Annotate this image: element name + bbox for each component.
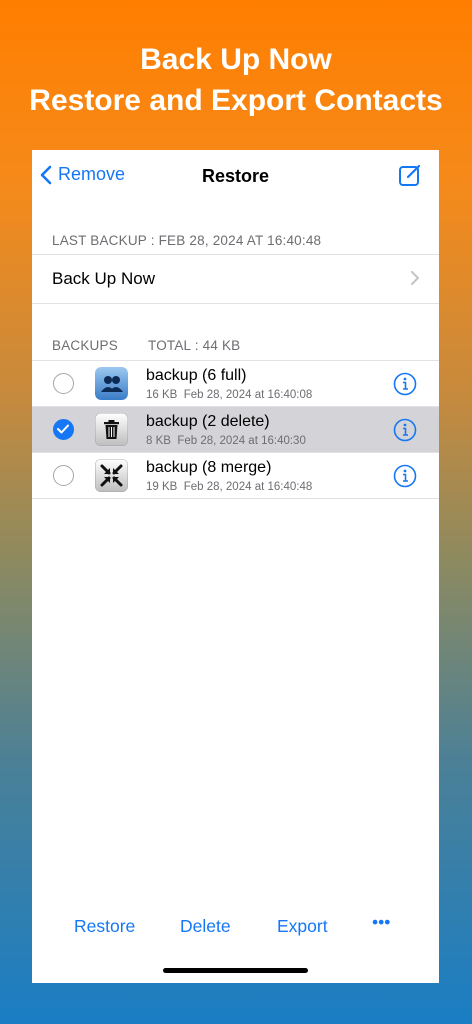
backup-size: 8 KB [146, 435, 171, 447]
backups-header: BACKUPS [52, 338, 118, 353]
contacts-icon [95, 367, 128, 400]
back-up-now-cell[interactable]: Back Up Now [32, 254, 439, 304]
page-title: Restore [201, 166, 270, 186]
restore-button[interactable]: Restore [74, 916, 135, 937]
back-up-now-label: Back Up Now [52, 269, 155, 288]
selection-radio[interactable] [53, 419, 74, 440]
compose-button[interactable] [397, 162, 423, 193]
selection-radio[interactable] [53, 465, 74, 486]
backup-row[interactable]: backup (6 full) 16 KB Feb 28, 2024 at 16… [32, 361, 439, 407]
export-button[interactable]: Export [277, 916, 328, 937]
total-size-header: TOTAL : 44 KB [148, 338, 241, 353]
backup-date: Feb 28, 2024 at 16:40:08 [183, 389, 313, 401]
backup-meta: 19 KB Feb 28, 2024 at 16:40:48 [146, 481, 312, 493]
more-button[interactable]: ••• [372, 912, 390, 933]
delete-button[interactable]: Delete [180, 916, 231, 937]
compose-icon [399, 164, 421, 186]
selection-radio[interactable] [53, 373, 74, 394]
backup-meta: 8 KB Feb 28, 2024 at 16:40:30 [146, 435, 306, 447]
backup-title: backup (6 full) [146, 367, 247, 384]
backup-row[interactable]: backup (2 delete) 8 KB Feb 28, 2024 at 1… [32, 407, 439, 453]
promo-headline-line2: Restore and Export Contacts [29, 84, 443, 117]
backup-row[interactable]: backup (8 merge) 19 KB Feb 28, 2024 at 1… [32, 453, 439, 499]
navigation-bar: Remove Restore [32, 150, 439, 202]
promo-headline-line1: Back Up Now [140, 43, 332, 76]
backup-title: backup (2 delete) [146, 413, 270, 430]
last-backup-header: LAST BACKUP : FEB 28, 2024 AT 16:40:48 [52, 233, 322, 248]
merge-icon [95, 459, 128, 492]
backup-size: 19 KB [146, 481, 178, 493]
backup-date: Feb 28, 2024 at 16:40:30 [177, 435, 306, 447]
info-icon[interactable] [393, 418, 417, 442]
checkmark-icon [57, 424, 69, 434]
backup-title: backup (8 merge) [146, 459, 272, 476]
backup-meta: 16 KB Feb 28, 2024 at 16:40:08 [146, 389, 312, 401]
backup-list: backup (6 full) 16 KB Feb 28, 2024 at 16… [32, 360, 439, 499]
home-indicator [163, 968, 308, 973]
backup-date: Feb 28, 2024 at 16:40:48 [183, 481, 313, 493]
trash-icon [95, 413, 128, 446]
chevron-right-icon [411, 271, 419, 285]
info-icon[interactable] [393, 372, 417, 396]
info-icon[interactable] [393, 464, 417, 488]
bottom-toolbar: Restore Delete Export ••• [32, 912, 439, 940]
backup-size: 16 KB [146, 389, 178, 401]
app-screen: Remove Restore LAST BACKUP : FEB 28, 202… [32, 150, 439, 983]
